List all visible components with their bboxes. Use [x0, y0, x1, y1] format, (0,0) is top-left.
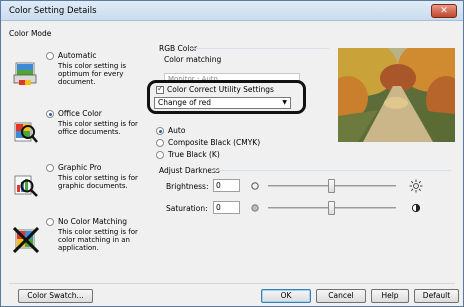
office-color-radio[interactable]	[46, 110, 54, 118]
color-correct-utility-checkbox[interactable]	[156, 84, 164, 94]
black-true-radio[interactable]	[156, 151, 164, 159]
color-correct-utility-select[interactable]: Change of red ▼	[154, 97, 291, 109]
settings-panel: RGB Color Color matching Monitor - Auto …	[147, 41, 456, 281]
magnifier-document-icon	[14, 122, 38, 143]
automatic-radio[interactable]	[46, 52, 54, 60]
office-color-desc: This color setting is for office documen…	[58, 120, 138, 136]
brightness-row: Brightness: 0	[166, 179, 456, 193]
color-correct-utility-group: Color Correct Utility Settings Change of…	[147, 80, 306, 114]
black-composite-option[interactable]: Composite Black (CMYK)	[156, 138, 260, 147]
footer-divider	[9, 283, 455, 284]
no-color-matching-radio-row[interactable]: No Color Matching	[46, 217, 127, 226]
magnifier-chart-icon	[14, 175, 38, 197]
title-bar: Color Setting Details ✕	[1, 1, 463, 21]
ok-button[interactable]: OK	[261, 289, 311, 303]
saturation-label: Saturation:	[166, 204, 208, 213]
close-button[interactable]: ✕	[431, 4, 457, 18]
black-composite-label: Composite Black (CMYK)	[168, 138, 261, 147]
black-auto-radio[interactable]	[156, 127, 164, 135]
color-mode-label: Color Mode	[9, 29, 52, 38]
rgb-divider	[189, 48, 329, 49]
black-true-option[interactable]: True Black (K)	[156, 150, 220, 159]
no-color-matching-radio[interactable]	[46, 218, 54, 226]
color-correct-utility-label: Color Correct Utility Settings	[167, 85, 274, 94]
printer-photo-icon	[13, 62, 37, 85]
no-color-matching-label: No Color Matching	[58, 217, 128, 226]
graphic-pro-desc: This color setting is for graphic docume…	[58, 174, 138, 190]
sun-icon	[409, 179, 423, 193]
mode-no-color-matching[interactable]: No Color Matching This color setting is …	[9, 217, 147, 275]
saturation-slider-thumb[interactable]	[328, 201, 335, 215]
color-mode-panel: Color Mode Automatic This color setting …	[9, 29, 147, 279]
office-color-radio-row[interactable]: Office Color	[46, 109, 102, 118]
automatic-radio-row[interactable]: Automatic	[46, 51, 96, 60]
darkness-divider	[211, 170, 451, 171]
contrast-icon	[411, 203, 421, 213]
dim-circle-icon	[251, 182, 259, 190]
office-color-label: Office Color	[58, 109, 102, 118]
black-true-label: True Black (K)	[168, 150, 220, 159]
saturation-input[interactable]: 0	[213, 201, 240, 214]
saturation-slider-track[interactable]	[268, 201, 396, 215]
help-button[interactable]: Help	[371, 289, 409, 303]
saturation-row: Saturation: 0	[166, 201, 456, 215]
color-matching-label: Color matching	[164, 55, 222, 64]
automatic-desc: This color setting is optimum for every …	[58, 62, 127, 86]
grey-circle-icon	[251, 204, 259, 212]
graphic-pro-radio[interactable]	[46, 164, 54, 172]
mode-office-color[interactable]: Office Color This color setting is for o…	[9, 109, 147, 167]
automatic-label: Automatic	[58, 51, 97, 60]
black-auto-option[interactable]: Auto	[156, 126, 185, 135]
black-auto-label: Auto	[168, 126, 186, 135]
default-button[interactable]: Default	[414, 289, 459, 303]
color-setting-dialog: Color Setting Details ✕ Color Mode Autom…	[0, 0, 464, 307]
cancel-button[interactable]: Cancel	[316, 289, 366, 303]
brightness-label: Brightness:	[166, 182, 209, 191]
no-color-matching-desc: This color setting is for color matching…	[58, 228, 138, 252]
chevron-down-icon: ▼	[282, 99, 287, 106]
no-matching-icon	[13, 227, 39, 253]
black-composite-radio[interactable]	[156, 139, 164, 147]
brightness-slider-thumb[interactable]	[328, 179, 335, 193]
graphic-pro-label: Graphic Pro	[58, 163, 102, 172]
mode-automatic[interactable]: Automatic This color setting is optimum …	[9, 51, 147, 109]
graphic-pro-radio-row[interactable]: Graphic Pro	[46, 163, 102, 172]
utility-select-value: Change of red	[158, 98, 212, 107]
preview-photo	[338, 48, 455, 142]
color-swatch-button[interactable]: Color Swatch...	[18, 289, 93, 303]
brightness-slider-track[interactable]	[268, 179, 396, 193]
mode-graphic-pro[interactable]: Graphic Pro This color setting is for gr…	[9, 163, 147, 221]
brightness-input[interactable]: 0	[213, 179, 240, 192]
window-title: Color Setting Details	[9, 6, 97, 16]
